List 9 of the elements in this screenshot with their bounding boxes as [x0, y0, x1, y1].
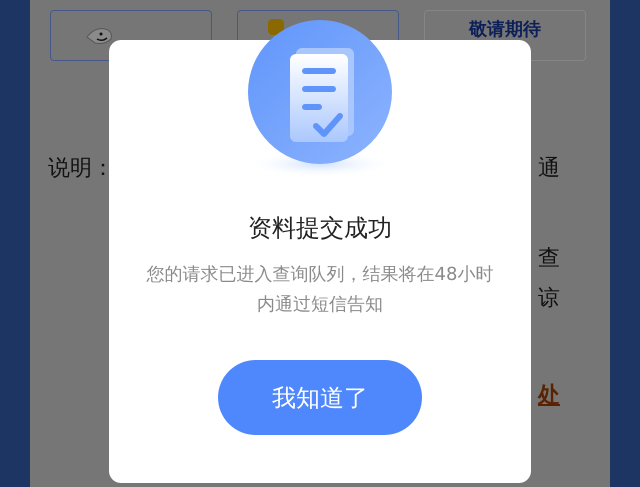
note-text: 通: [538, 155, 560, 183]
dialog-message: 您的请求已进入查询队列，结果将在48小时内通过短信告知: [146, 263, 494, 317]
note-text: 查: [538, 245, 560, 273]
text-link[interactable]: 处: [538, 381, 560, 411]
note-text: 说明：: [48, 155, 114, 183]
dialog-title: 资料提交成功: [248, 213, 392, 244]
coming-soon-label: 敬请期待: [469, 20, 541, 40]
confirm-button[interactable]: 我知道了: [218, 360, 422, 435]
note-text: 谅: [538, 285, 560, 313]
